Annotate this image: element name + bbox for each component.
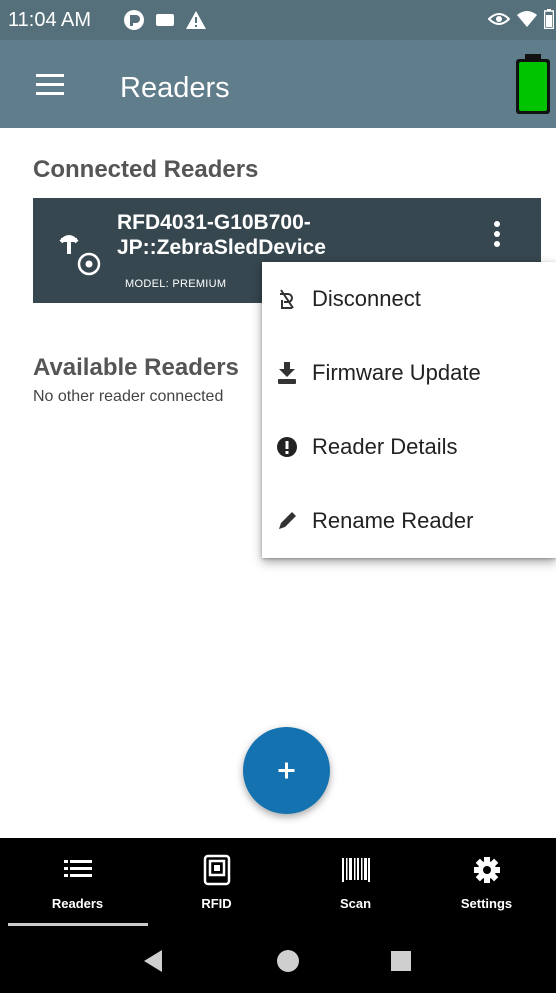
firmware-update-icon: [278, 362, 296, 384]
reader-name: RFD4031-G10B700-JP::ZebraSledDevice: [117, 211, 326, 259]
home-icon[interactable]: [271, 944, 305, 978]
info-icon: [277, 437, 297, 457]
reader-options-menu: Disconnect Firmware Update Reader Detail…: [262, 262, 556, 558]
nav-item-readers[interactable]: Readers: [8, 838, 147, 928]
rfid-reader-icon: [59, 235, 101, 276]
nav-label: Scan: [339, 896, 372, 911]
readers-screen: 11:04 AM Readers Connected Readers RFD40…: [0, 0, 556, 993]
system-navigation-bar: [0, 928, 556, 993]
more-options-icon[interactable]: [485, 214, 509, 254]
message-icon: [156, 14, 174, 26]
menu-item-label: Firmware Update: [312, 360, 481, 385]
recents-icon[interactable]: [384, 944, 418, 978]
nav-item-settings[interactable]: Settings: [417, 838, 556, 928]
menu-item-firmware-update[interactable]: Firmware Update: [262, 336, 556, 410]
status-icons-left: [123, 8, 207, 32]
eye-icon: [488, 13, 510, 25]
available-readers-title: Available Readers: [33, 354, 239, 381]
warning-icon: [186, 11, 206, 29]
back-icon[interactable]: [136, 944, 170, 978]
wifi-icon: [517, 11, 537, 27]
hamburger-menu-icon[interactable]: [30, 70, 70, 100]
nav-label: RFID: [201, 896, 232, 911]
nav-item-rfid[interactable]: RFID: [147, 838, 286, 928]
menu-item-label: Disconnect: [312, 286, 421, 311]
rfid-tag-icon: [203, 854, 230, 886]
menu-item-rename-reader[interactable]: Rename Reader: [262, 484, 556, 558]
pencil-icon: [279, 512, 296, 529]
menu-item-disconnect[interactable]: Disconnect: [262, 262, 556, 336]
bottom-navigation: Readers RFID Scan Settings: [0, 838, 556, 928]
nav-label: Settings: [460, 896, 513, 911]
reader-model: MODEL: PREMIUM: [125, 278, 227, 290]
nav-label: Readers: [51, 896, 104, 911]
status-bar: 11:04 AM: [0, 0, 556, 40]
active-tab-indicator: [8, 923, 148, 926]
disconnect-icon: [280, 289, 294, 309]
no-readers-text: No other reader connected: [33, 388, 224, 405]
add-reader-button[interactable]: [243, 727, 330, 814]
status-icons-right: [488, 9, 554, 29]
gear-icon: [473, 857, 500, 883]
menu-item-label: Rename Reader: [312, 508, 474, 533]
notification-app-icon: [124, 10, 144, 30]
connected-readers-title: Connected Readers: [33, 156, 259, 183]
app-bar: Readers: [0, 40, 556, 128]
status-time: 11:04 AM: [8, 9, 92, 31]
plus-icon: [278, 762, 295, 779]
menu-item-reader-details[interactable]: Reader Details: [262, 410, 556, 484]
list-icon: [63, 860, 92, 877]
battery-full-icon: [516, 54, 550, 114]
page-title: Readers: [120, 72, 230, 104]
nav-item-scan[interactable]: Scan: [286, 838, 425, 928]
battery-small-icon: [544, 9, 554, 29]
menu-item-label: Reader Details: [312, 434, 458, 459]
barcode-icon: [341, 858, 370, 882]
